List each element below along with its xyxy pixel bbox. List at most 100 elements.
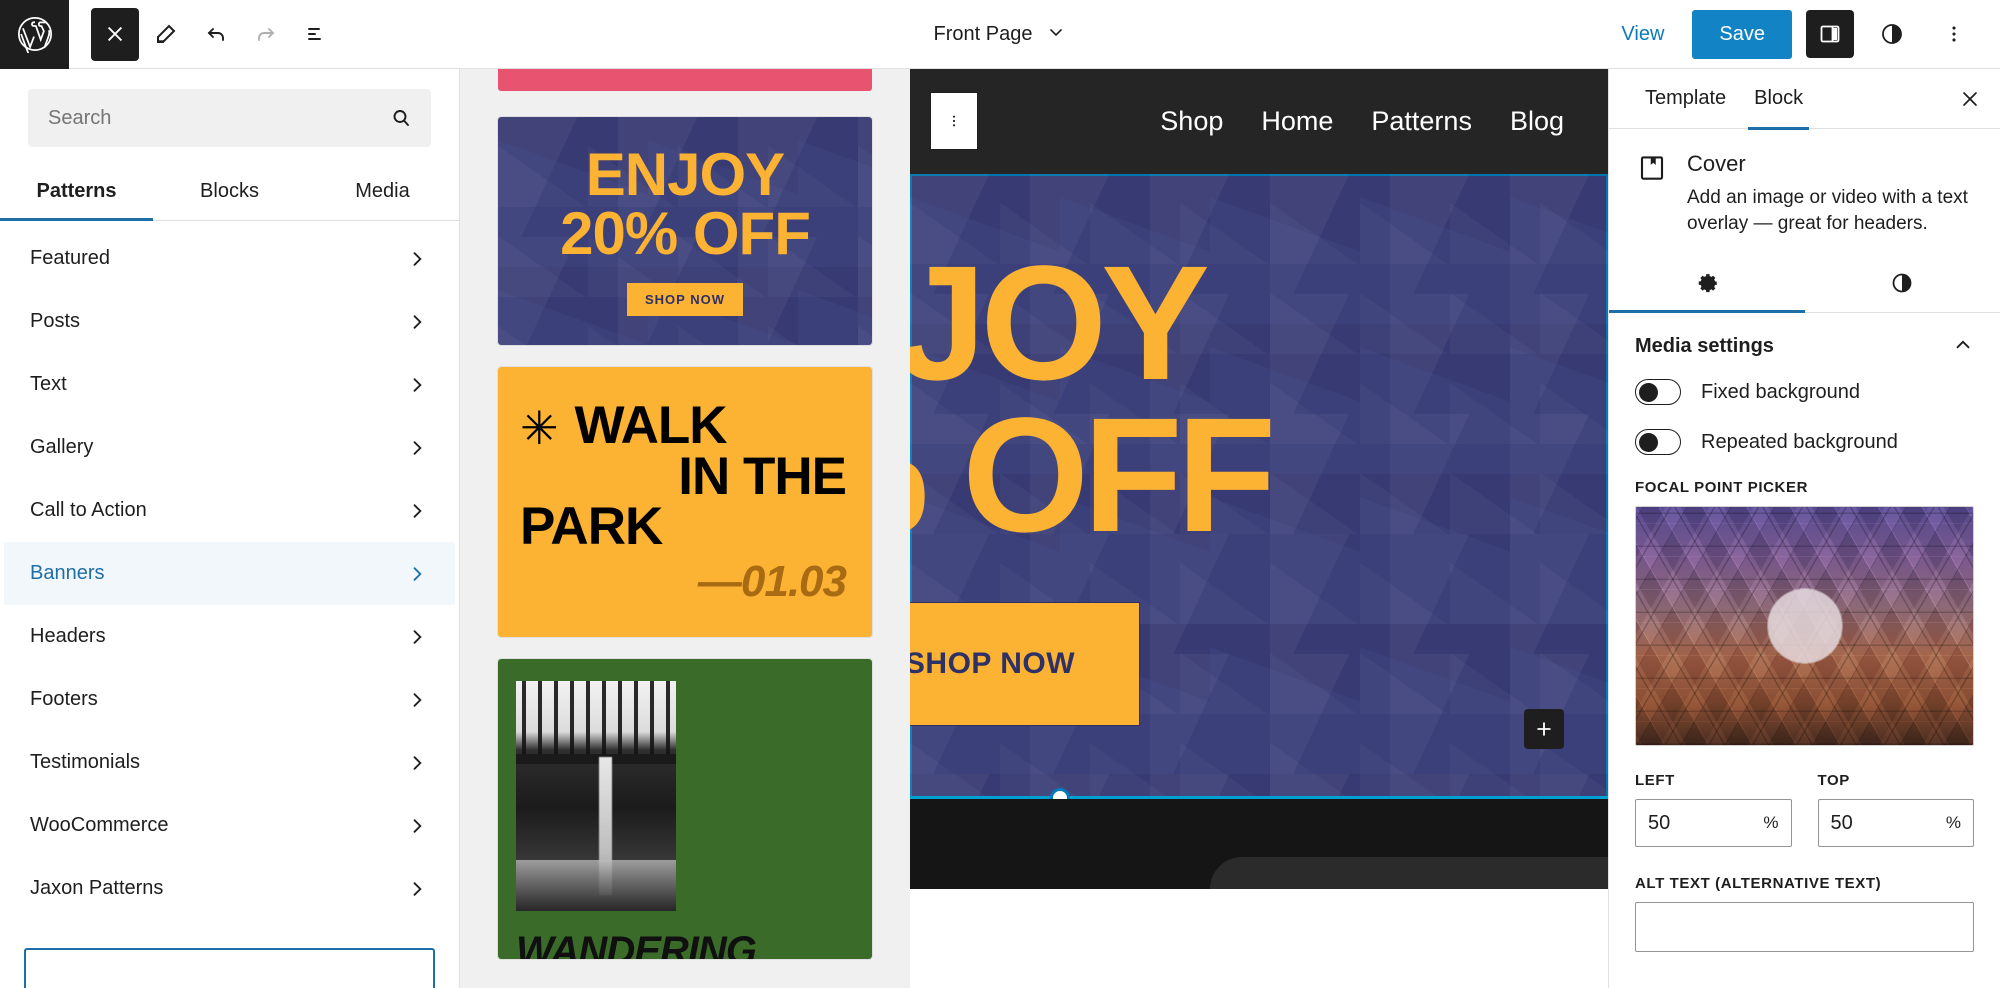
settings-sidebar-toggle-button[interactable]: [1806, 10, 1854, 58]
category-label: Featured: [30, 247, 111, 269]
search-magnifier-icon: [389, 106, 413, 130]
category-label: Call to Action: [30, 499, 147, 521]
chevron-right-icon: [407, 564, 427, 584]
left-input-wrapper[interactable]: %: [1635, 799, 1792, 848]
redo-button[interactable]: [243, 11, 289, 57]
media-settings-title: Media settings: [1635, 334, 1774, 357]
cover-cta-button[interactable]: SHOP NOW: [910, 602, 1140, 727]
block-description: Add an image or video with a text overla…: [1687, 187, 1968, 234]
repeated-background-toggle[interactable]: [1635, 429, 1681, 456]
nav-link-blog[interactable]: Blog: [1510, 106, 1564, 137]
pattern-category-list: Featured Posts Text Gallery Call to Acti…: [0, 221, 459, 988]
inserter-focused-action-button[interactable]: [24, 948, 435, 988]
search-input[interactable]: [48, 106, 389, 130]
curved-shape-decoration: [1210, 857, 1608, 889]
chevron-right-icon: [407, 627, 427, 647]
left-input[interactable]: [1648, 811, 1758, 835]
close-settings-button[interactable]: [1946, 75, 1994, 123]
styles-button[interactable]: [1868, 10, 1916, 58]
tab-block[interactable]: Block: [1740, 69, 1817, 130]
tab-media[interactable]: Media: [306, 161, 459, 220]
focal-point-picker-label: FOCAL POINT PICKER: [1635, 479, 1809, 497]
alt-text-label: ALT TEXT (ALTERNATIVE TEXT): [1635, 875, 1882, 893]
fixed-background-label: Fixed background: [1701, 380, 1860, 403]
category-label: WooCommerce: [30, 814, 169, 836]
category-item-banners[interactable]: Banners: [4, 542, 455, 605]
category-item-jaxon-patterns[interactable]: Jaxon Patterns: [4, 857, 455, 920]
block-title: Cover: [1687, 151, 1746, 176]
save-button[interactable]: Save: [1692, 9, 1792, 59]
undo-button[interactable]: [193, 11, 239, 57]
category-item-call-to-action[interactable]: Call to Action: [4, 479, 455, 542]
below-cover-block[interactable]: [910, 799, 1608, 889]
pattern-preview-enjoy[interactable]: ENJOY 20% OFF SHOP NOW: [498, 117, 872, 345]
site-navigation: Shop Home Patterns Blog: [1160, 106, 1608, 137]
block-options-handle[interactable]: [930, 92, 978, 150]
more-options-button[interactable]: [1930, 10, 1978, 58]
category-item-testimonials[interactable]: Testimonials: [4, 731, 455, 794]
category-label: Banners: [30, 562, 105, 584]
view-button[interactable]: View: [1607, 15, 1678, 54]
top-input[interactable]: [1830, 811, 1940, 835]
cover-heading-line1[interactable]: NJOY: [910, 241, 1608, 404]
media-settings-panel-header[interactable]: Media settings: [1635, 313, 1974, 379]
tab-blocks[interactable]: Blocks: [153, 161, 306, 220]
top-input-wrapper[interactable]: %: [1817, 799, 1974, 848]
editor-canvas: Shop Home Patterns Blog NJOY % OFF SHOP …: [910, 69, 1608, 988]
cover-block-icon: [1635, 151, 1669, 185]
preview-heading-line1: ENJOY: [585, 140, 785, 208]
category-item-woocommerce[interactable]: WooCommerce: [4, 794, 455, 857]
alt-text-input[interactable]: [1635, 902, 1974, 953]
edit-mode-button[interactable]: [143, 11, 189, 57]
category-label: Text: [30, 373, 67, 395]
asterisk-star-icon: ✳: [520, 402, 559, 455]
tab-settings-gear[interactable]: [1609, 256, 1805, 314]
chevron-right-icon: [407, 816, 427, 836]
preview-walk-date: —01.03: [697, 556, 847, 606]
chevron-right-icon: [407, 753, 427, 773]
category-label: Gallery: [30, 436, 94, 458]
preview-heading-line2: 20% OFF: [560, 199, 811, 267]
nav-link-shop[interactable]: Shop: [1160, 106, 1223, 137]
cover-heading-line2[interactable]: % OFF: [910, 393, 1608, 556]
category-item-gallery[interactable]: Gallery: [4, 416, 455, 479]
wordpress-logo-icon[interactable]: [0, 0, 69, 69]
tab-patterns[interactable]: Patterns: [0, 161, 153, 221]
document-title-button[interactable]: Front Page: [924, 16, 1077, 54]
site-header-block[interactable]: Shop Home Patterns Blog: [910, 69, 1608, 174]
toolbar-left-group: [69, 7, 339, 61]
category-item-featured[interactable]: Featured: [4, 227, 455, 290]
category-item-footers[interactable]: Footers: [4, 668, 455, 731]
tab-template[interactable]: Template: [1631, 69, 1740, 129]
plus-add-block-icon[interactable]: [1524, 709, 1564, 749]
pattern-preview-wandering[interactable]: WANDERING: [498, 659, 872, 959]
category-item-text[interactable]: Text: [4, 353, 455, 416]
preview-cta-button: SHOP NOW: [627, 283, 743, 317]
focal-point-handle[interactable]: [1767, 589, 1842, 664]
repeated-background-row: Repeated background: [1635, 429, 1974, 456]
pattern-preview-walk[interactable]: ✳ WALK IN THE PARK —01.03: [498, 367, 872, 637]
block-inserter-sidebar: Patterns Blocks Media Featured Posts Tex…: [0, 69, 460, 988]
nav-link-patterns[interactable]: Patterns: [1371, 106, 1472, 137]
category-item-posts[interactable]: Posts: [4, 290, 455, 353]
search-box[interactable]: [28, 89, 431, 147]
document-list-view-button[interactable]: [293, 11, 339, 57]
close-editor-button[interactable]: [91, 7, 139, 61]
repeated-background-label: Repeated background: [1701, 430, 1898, 453]
top-field-label: TOP: [1817, 772, 1850, 790]
waterfall-photo: [516, 681, 676, 911]
cover-block-selected[interactable]: NJOY % OFF SHOP NOW: [910, 174, 1608, 799]
pattern-preview-partial-top[interactable]: [498, 69, 872, 91]
focal-point-picker[interactable]: [1635, 506, 1974, 747]
category-item-headers[interactable]: Headers: [4, 605, 455, 668]
category-label: Jaxon Patterns: [30, 877, 164, 899]
chevron-down-icon: [1046, 22, 1066, 48]
chevron-right-icon: [407, 501, 427, 521]
wordpress-site-editor: Front Page View Save Search Patterns Blo…: [0, 0, 2000, 988]
inserter-tabs: Patterns Blocks Media: [0, 161, 459, 221]
nav-link-home[interactable]: Home: [1261, 106, 1333, 137]
fixed-background-toggle[interactable]: [1635, 379, 1681, 406]
category-label: Testimonials: [30, 751, 141, 773]
focal-point-inputs: LEFT % TOP %: [1635, 772, 1974, 848]
tab-settings-styles[interactable]: [1805, 256, 2000, 312]
